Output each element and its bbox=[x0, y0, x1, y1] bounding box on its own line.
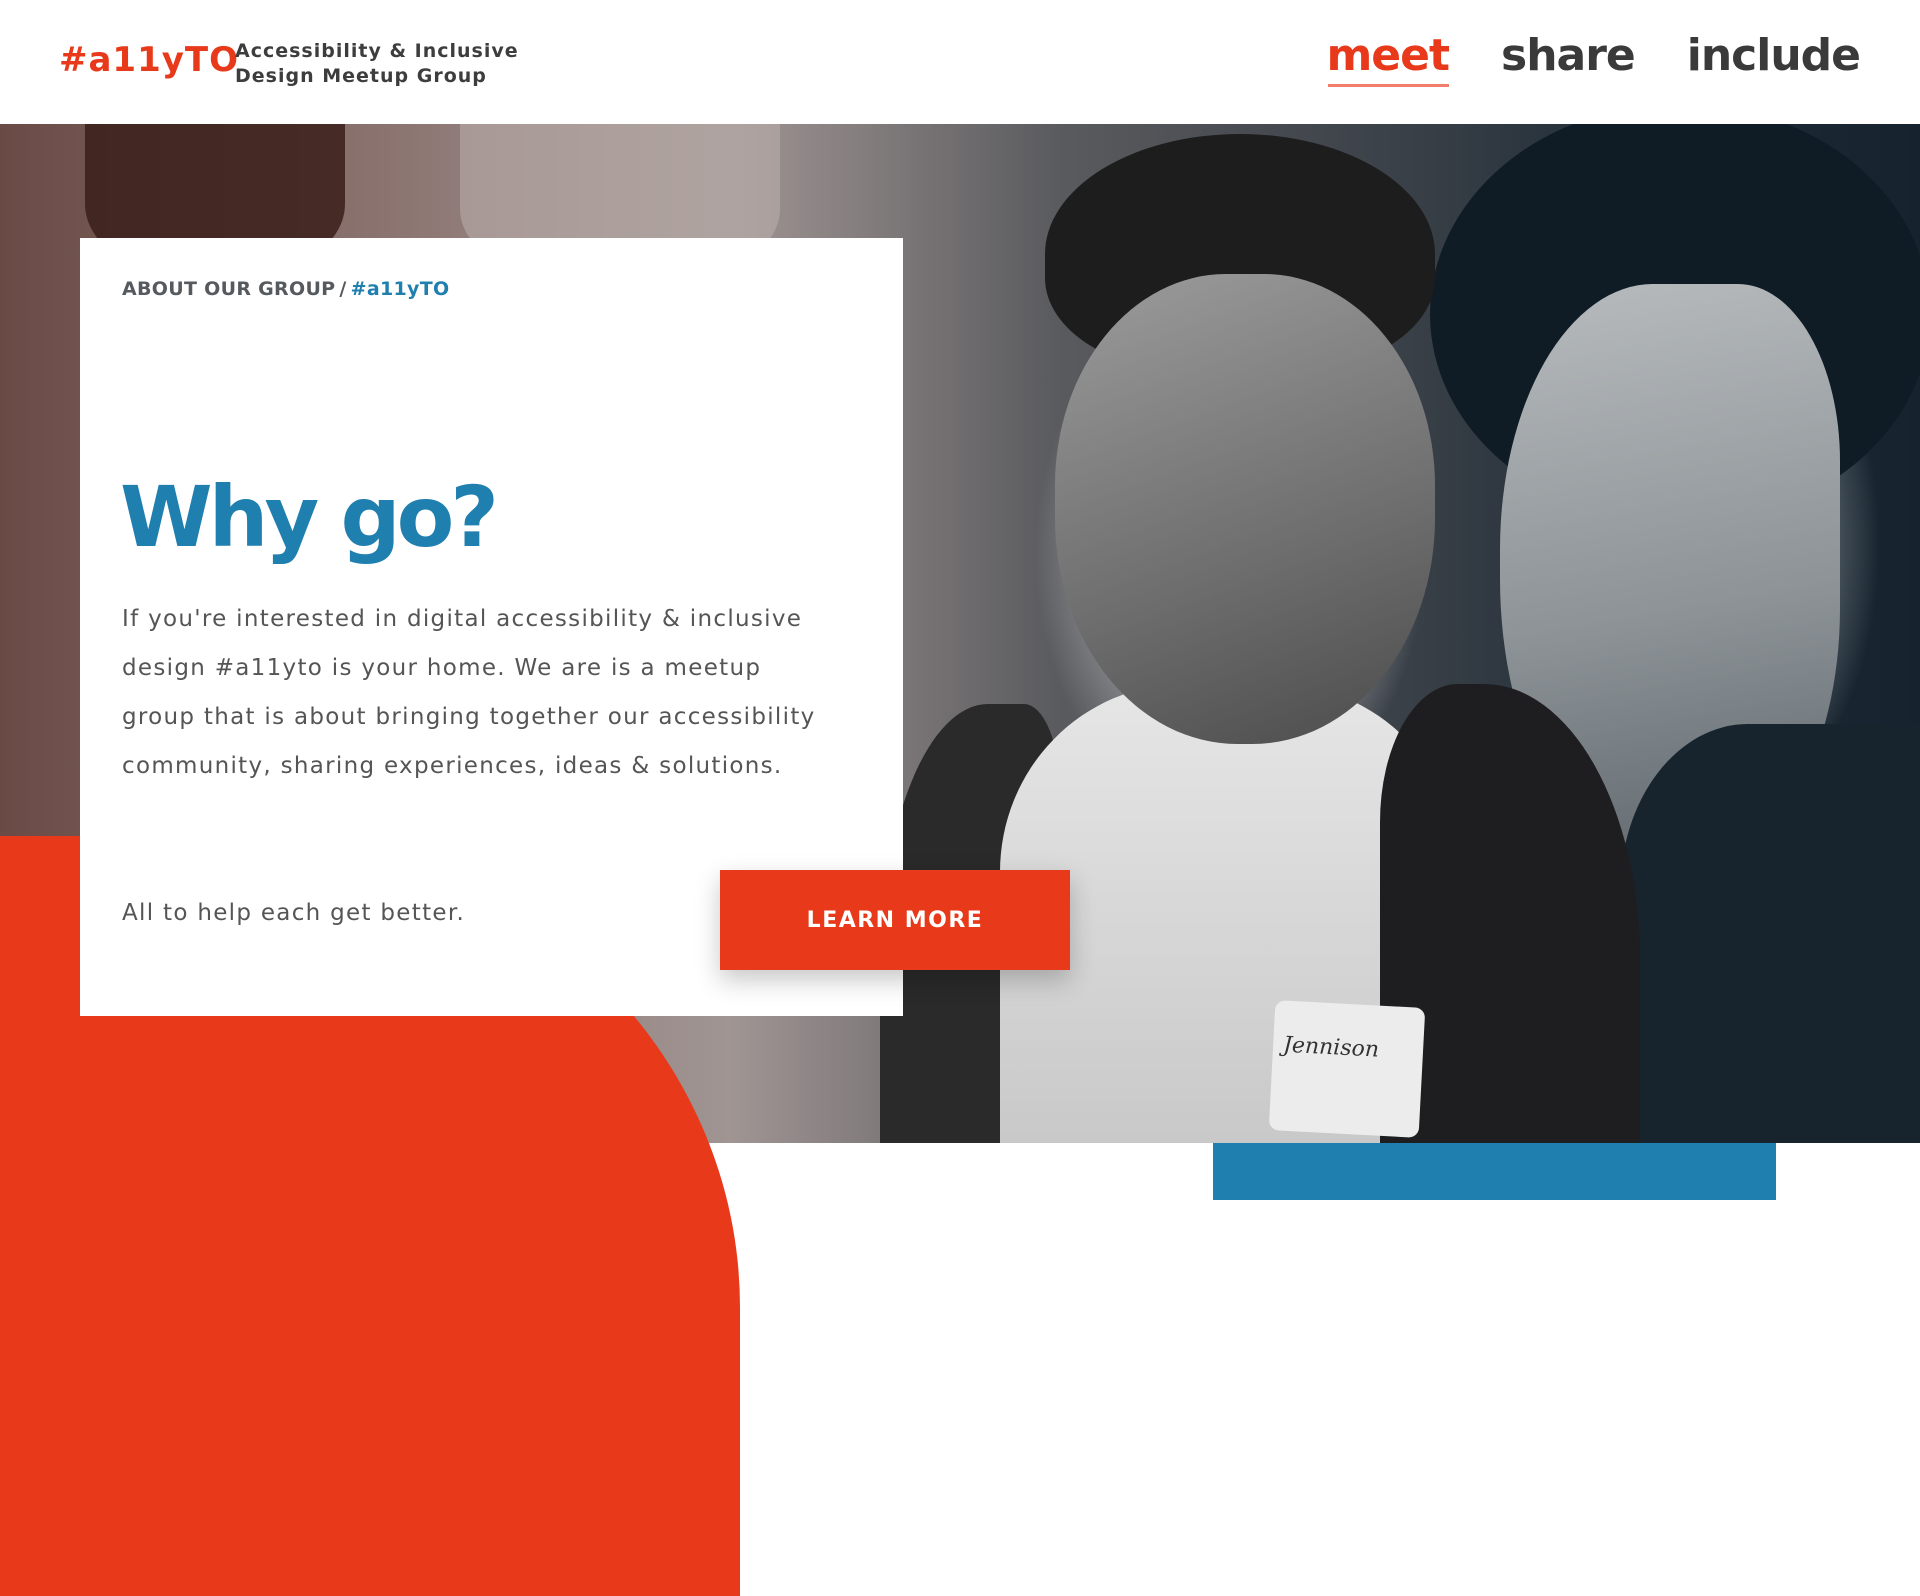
site-header: #a11yTO Accessibility & Inclusive Design… bbox=[0, 0, 1920, 124]
breadcrumb-separator: / bbox=[339, 278, 347, 300]
person-right-body bbox=[1620, 724, 1920, 1143]
nav-item-include[interactable]: include bbox=[1687, 30, 1861, 81]
tagline-line-1: Accessibility & Inclusive bbox=[235, 40, 519, 62]
intro-paragraph: If you're interested in digital accessib… bbox=[122, 606, 816, 779]
site-tagline: Accessibility & Inclusive Design Meetup … bbox=[235, 39, 519, 89]
page-title: Why go? bbox=[120, 468, 499, 566]
person-left-face bbox=[1055, 274, 1435, 744]
name-tag-text: Jennison bbox=[1282, 1032, 1380, 1063]
breadcrumb: ABOUT OUR GROUP / #a11yTO bbox=[122, 278, 449, 300]
main-nav: meet share include bbox=[1326, 30, 1861, 87]
breadcrumb-section: ABOUT OUR GROUP bbox=[122, 278, 336, 300]
learn-more-button[interactable]: LEARN MORE bbox=[720, 870, 1070, 970]
tagline-line-2: Design Meetup Group bbox=[235, 65, 487, 87]
blue-accent-block bbox=[1213, 1143, 1776, 1200]
breadcrumb-tag-link[interactable]: #a11yTO bbox=[351, 278, 450, 300]
name-tag: Jennison bbox=[1268, 1000, 1426, 1138]
logo[interactable]: #a11yTO bbox=[59, 40, 239, 80]
nav-item-share[interactable]: share bbox=[1501, 30, 1636, 81]
closing-line: All to help each get better. bbox=[122, 900, 466, 926]
nav-item-meet[interactable]: meet bbox=[1326, 30, 1450, 87]
